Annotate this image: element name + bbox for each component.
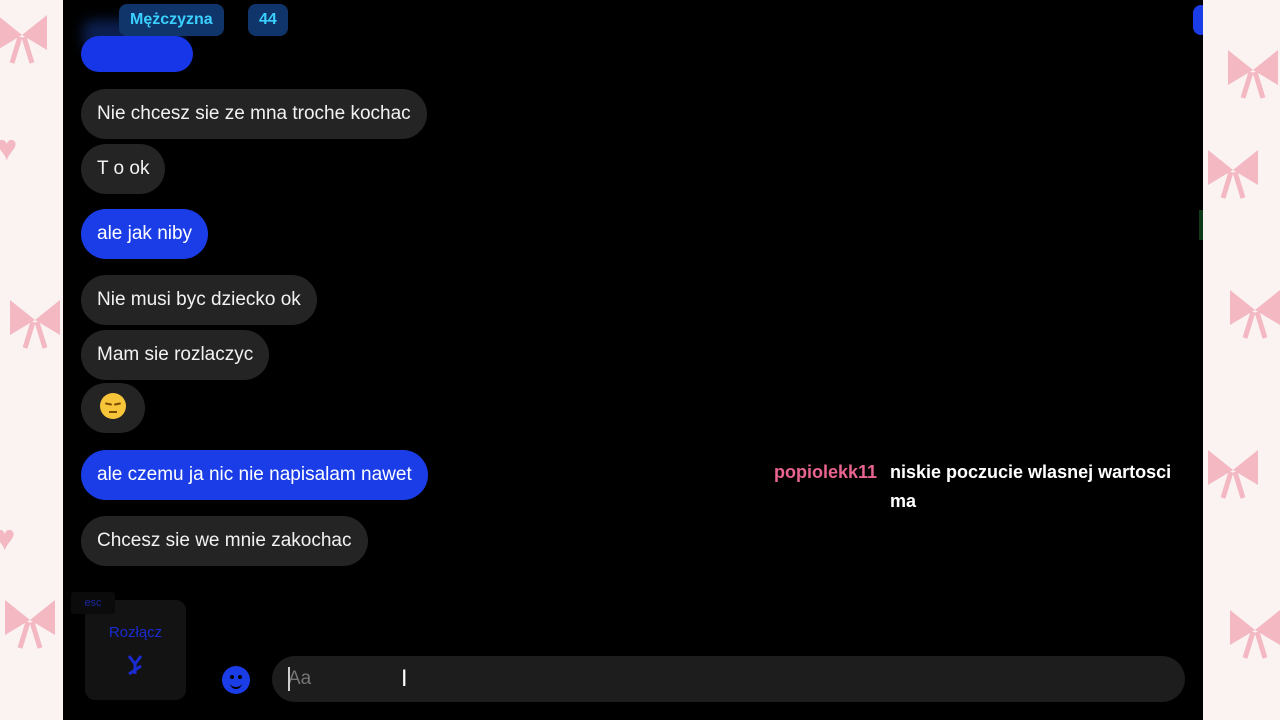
message-bubble-incoming: T o ok bbox=[81, 144, 166, 194]
message-bubble-incoming bbox=[81, 383, 145, 433]
message-bubble-incoming: Nie musi byc dziecko ok bbox=[81, 275, 317, 325]
ribbon-bow-icon bbox=[1208, 450, 1258, 499]
esc-key-hint: esc bbox=[71, 592, 115, 614]
disconnect-button[interactable]: Rozłącz bbox=[85, 600, 186, 700]
ribbon-bow-icon bbox=[1230, 290, 1280, 339]
stream-chat-username: popiolekk11 bbox=[774, 462, 878, 482]
pensive-face-icon bbox=[100, 392, 126, 419]
heart-icon: ♥ bbox=[0, 127, 18, 168]
ribbon-bow-icon bbox=[0, 15, 47, 64]
message-input[interactable] bbox=[272, 656, 1185, 702]
ribbon-bow-icon bbox=[5, 600, 55, 649]
heart-icon: ♥ bbox=[0, 517, 16, 558]
message-bubble-incoming: Nie chcesz sie ze mna troche kochac bbox=[81, 89, 427, 139]
message-bubble-outgoing-partial bbox=[81, 36, 193, 72]
disconnect-icon bbox=[127, 655, 143, 676]
emoji-picker-button[interactable] bbox=[222, 666, 250, 694]
left-wallpaper: ♥ ♥ bbox=[0, 0, 63, 720]
text-caret bbox=[288, 667, 290, 691]
disconnect-label: Rozłącz bbox=[108, 624, 163, 641]
scrollbar[interactable] bbox=[1199, 210, 1203, 240]
chat-window: Mężczyzna 44 Nie chcesz sie ze mna troch… bbox=[63, 0, 1203, 720]
message-bubble-incoming: Mam sie rozlaczyc bbox=[81, 330, 270, 380]
text-cursor-icon: I bbox=[401, 667, 408, 692]
ribbon-bow-icon bbox=[10, 300, 60, 349]
ribbon-bow-icon bbox=[1230, 610, 1280, 659]
ribbon-bow-icon bbox=[1208, 150, 1258, 199]
ribbon-bow-icon bbox=[1228, 50, 1278, 99]
age-badge: 44 bbox=[248, 4, 288, 36]
partner-indicator bbox=[1193, 5, 1203, 35]
message-bubble-incoming: Chcesz sie we mnie zakochac bbox=[81, 516, 368, 566]
message-bubble-outgoing: ale czemu ja nic nie napisalam nawet bbox=[81, 450, 428, 500]
message-bubble-outgoing: ale jak niby bbox=[81, 209, 209, 259]
gender-badge: Mężczyzna bbox=[119, 4, 224, 36]
stream-chat-message: niskie poczucie wlasnej wartosci ma bbox=[890, 462, 1172, 511]
right-wallpaper bbox=[1203, 0, 1280, 720]
